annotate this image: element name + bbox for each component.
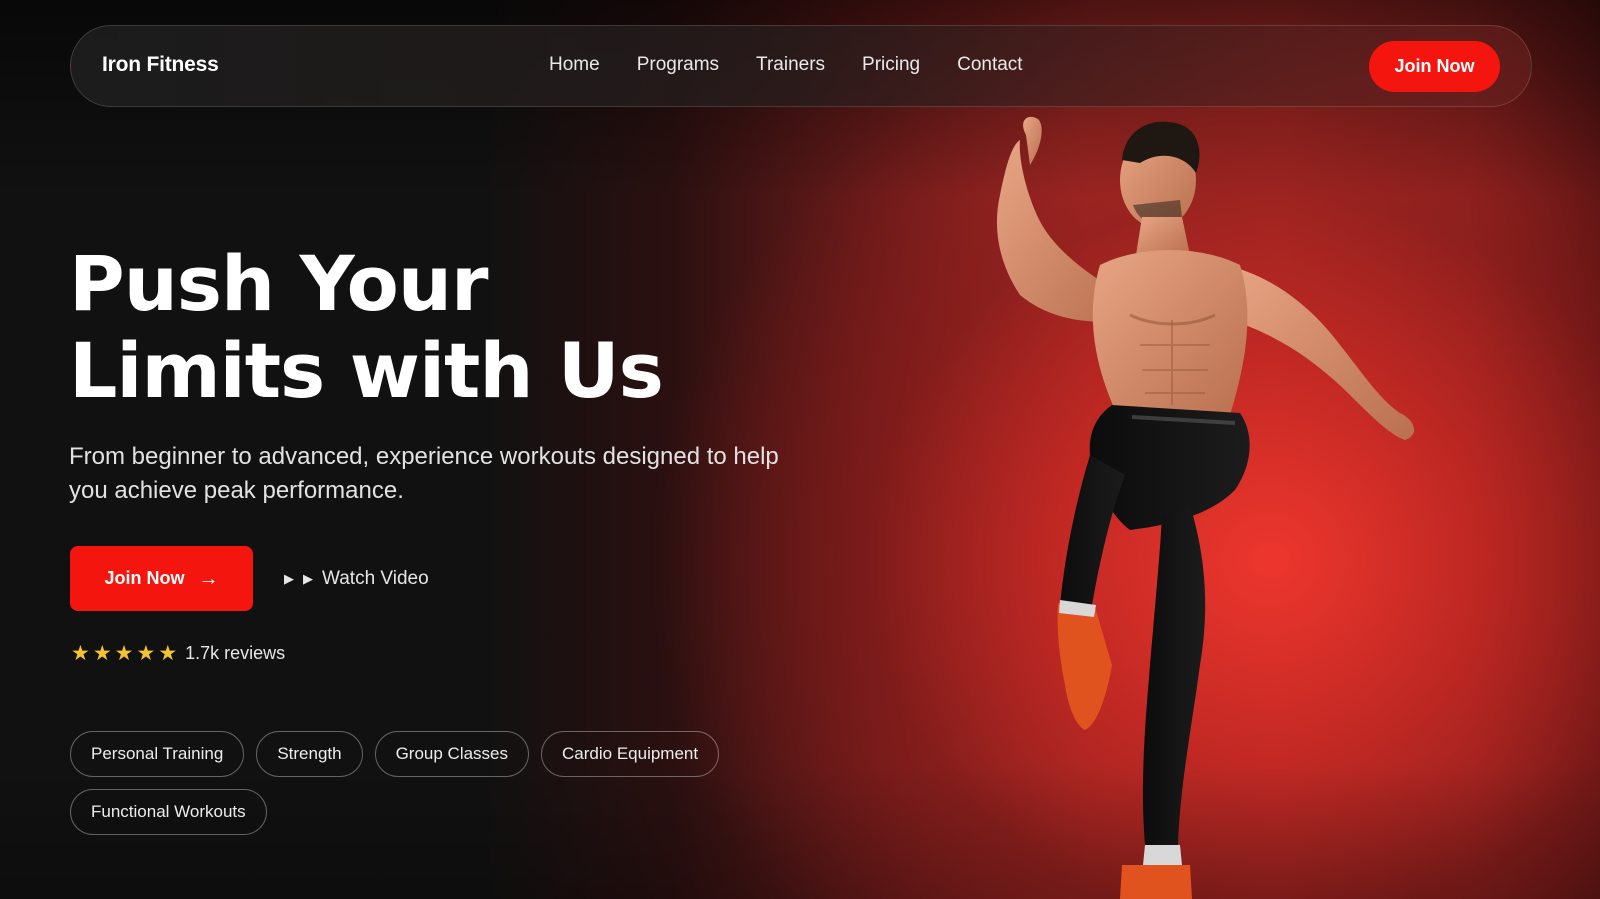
nav-link-programs[interactable]: Programs xyxy=(637,54,719,76)
cta-row: Join Now → ▶ ▶ Watch Video xyxy=(70,546,429,611)
hero-title-line2: Limits with Us xyxy=(69,326,664,415)
hero-subtitle: From beginner to advanced, experience wo… xyxy=(69,443,779,504)
athlete-image xyxy=(996,116,1415,899)
hero-title: Push Your Limits with Us xyxy=(69,240,789,414)
nav-link-home[interactable]: Home xyxy=(549,54,600,76)
join-now-label: Join Now xyxy=(104,568,185,588)
nav-link-contact[interactable]: Contact xyxy=(957,54,1022,76)
reviews-count: 1.7k reviews xyxy=(185,643,286,663)
nav-link-trainers[interactable]: Trainers xyxy=(756,54,825,76)
nav-links: Home Programs Trainers Pricing Contact xyxy=(549,54,1060,76)
top-nav: Iron Fitness Home Programs Trainers Pric… xyxy=(70,25,1532,107)
tag-group-classes[interactable]: Group Classes xyxy=(374,731,530,777)
watch-video-label: Watch Video xyxy=(322,567,429,589)
tag-cardio-equipment[interactable]: Cardio Equipment xyxy=(541,731,720,777)
brand-logo[interactable]: Iron Fitness xyxy=(102,53,219,77)
tag-functional-workouts[interactable]: Functional Workouts xyxy=(70,789,267,835)
star-icon: ★ xyxy=(114,641,134,665)
play-icon: ▶ xyxy=(284,570,294,586)
tag-strength[interactable]: Strength xyxy=(256,731,363,777)
star-icon: ★ xyxy=(158,641,178,665)
hero-title-line1: Push Your xyxy=(69,239,488,328)
program-tags: Personal Training Strength Group Classes… xyxy=(70,731,770,835)
play-icon: ▶ xyxy=(303,570,313,586)
nav-link-pricing[interactable]: Pricing xyxy=(862,54,920,76)
nav-join-button[interactable]: Join Now xyxy=(1369,41,1500,92)
star-icon: ★ xyxy=(71,641,90,665)
star-icon: ★ xyxy=(136,641,156,665)
join-now-button[interactable]: Join Now → xyxy=(70,546,253,611)
arrow-right-icon: → xyxy=(198,567,219,590)
star-icon: ★ xyxy=(92,641,112,665)
rating: ★ ★ ★ ★ ★ 1.7k reviews xyxy=(71,643,285,664)
tag-personal-training[interactable]: Personal Training xyxy=(70,731,245,777)
watch-video-button[interactable]: ▶ ▶ Watch Video xyxy=(284,568,429,590)
